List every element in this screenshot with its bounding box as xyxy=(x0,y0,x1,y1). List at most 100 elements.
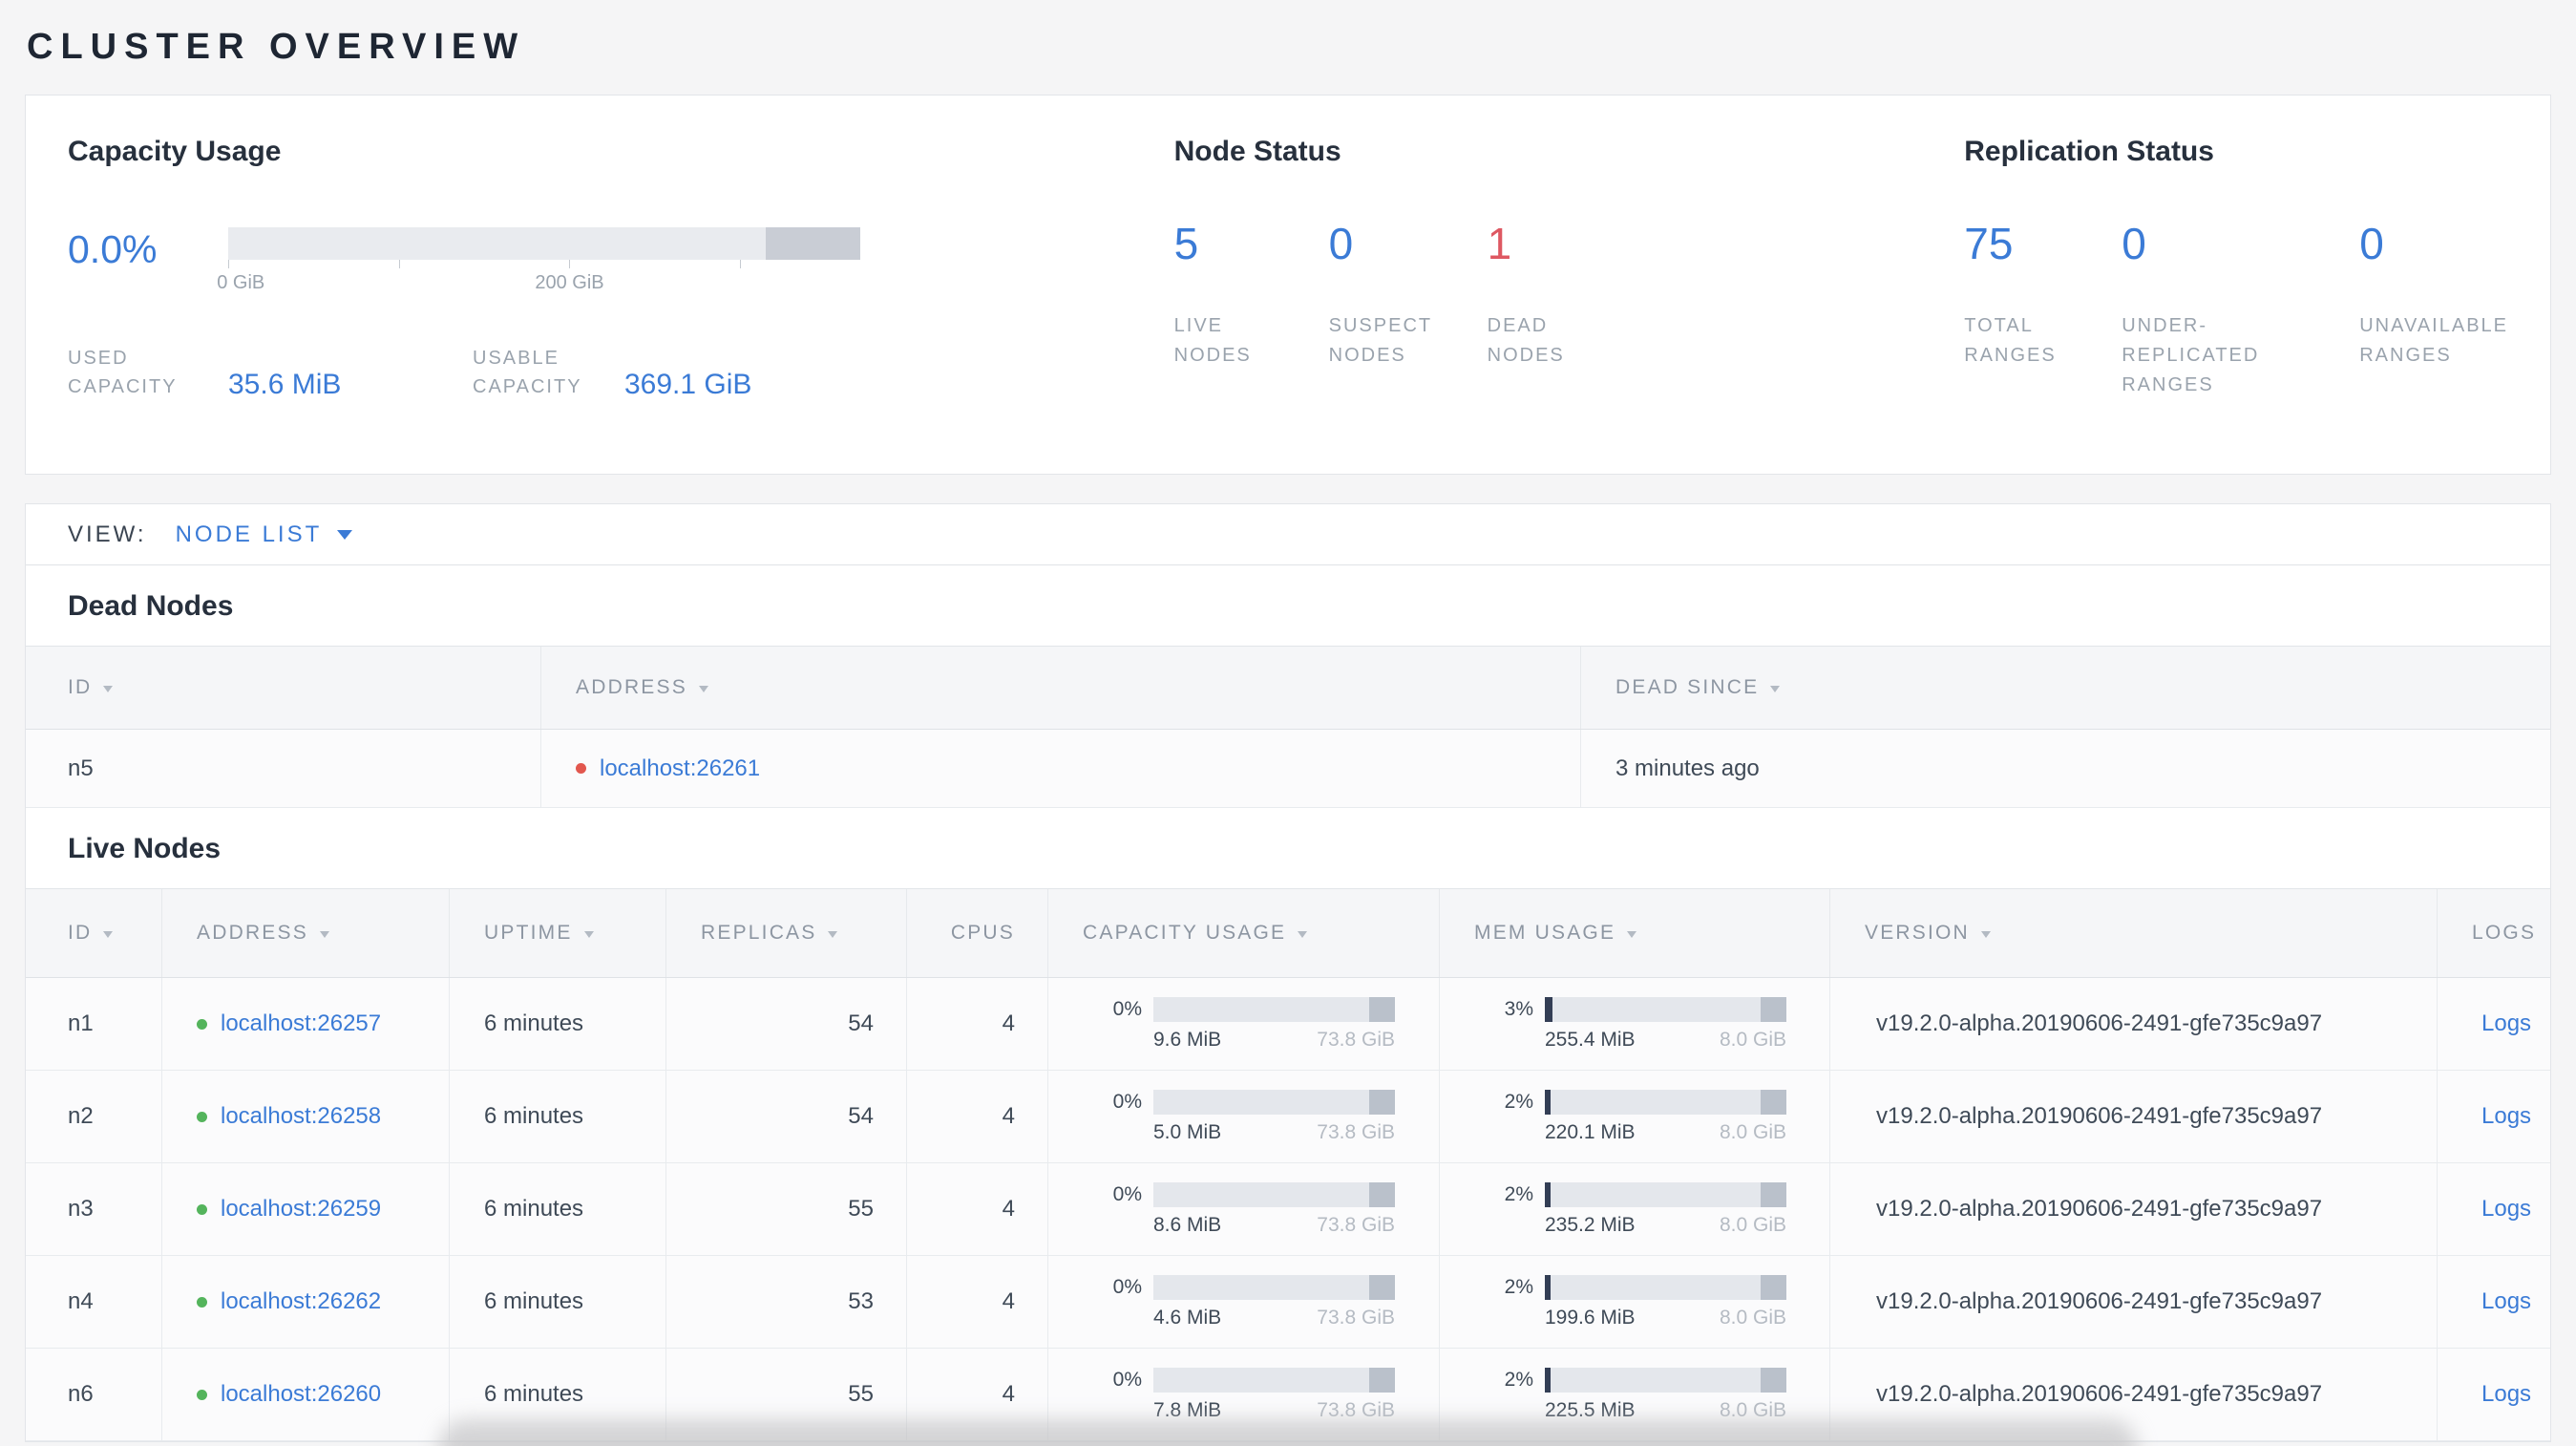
uptime-cell: 6 minutes xyxy=(450,978,666,1070)
version-cell: v19.2.0-alpha.20190606-2491-gfe735c9a97 xyxy=(1830,1256,2438,1348)
dead-nodes-heading: Dead Nodes xyxy=(68,590,234,622)
capacity-percent-label: 0% xyxy=(1112,1182,1142,1205)
sort-desc-icon xyxy=(1627,931,1637,938)
column-header-id[interactable]: ID xyxy=(26,889,162,977)
capacity-usage-cell: 0% 4.6 MiB 73.8 GiB xyxy=(1048,1256,1440,1348)
mem-used-value: 220.1 MiB xyxy=(1545,1120,1636,1143)
table-row: n3 localhost:26259 6 minutes 55 4 0% 8.6… xyxy=(26,1163,2550,1256)
replication-status-title: Replication Status xyxy=(1964,136,2214,167)
version-cell: v19.2.0-alpha.20190606-2491-gfe735c9a97 xyxy=(1830,1163,2438,1255)
dead-nodes-header-row: ID ADDRESS DEAD SINCE xyxy=(26,646,2550,730)
capacity-used-value: 4.6 MiB xyxy=(1153,1306,1222,1329)
mem-total-value: 8.0 GiB xyxy=(1719,1213,1786,1236)
node-address-link[interactable]: localhost:26260 xyxy=(221,1381,381,1408)
node-address-link[interactable]: localhost:26262 xyxy=(221,1288,381,1315)
capacity-total-value: 73.8 GiB xyxy=(1317,1213,1395,1236)
node-id-cell: n4 xyxy=(26,1256,162,1348)
sort-desc-icon xyxy=(1980,931,1991,938)
capacity-axis: 0 GiB 200 GiB xyxy=(217,260,860,306)
node-address-link[interactable]: localhost:26261 xyxy=(600,755,760,782)
column-header-uptime[interactable]: UPTIME xyxy=(450,889,666,977)
mem-usage-cell: 3% 255.4 MiB 8.0 GiB xyxy=(1440,978,1830,1070)
replicas-cell: 53 xyxy=(666,1256,907,1348)
replication-status-section: Replication Status 75 TOTAL RANGES 0 UND… xyxy=(1964,136,2508,474)
column-header-mem-usage[interactable]: MEM USAGE xyxy=(1440,889,1830,977)
sort-desc-icon xyxy=(319,931,329,938)
node-address-link[interactable]: localhost:26257 xyxy=(221,1010,381,1037)
unavailable-ranges-stat: 0 UNAVAILABLE RANGES xyxy=(2359,222,2508,400)
capacity-usage-title: Capacity Usage xyxy=(68,136,282,167)
under-replicated-stat: 0 UNDER-REPLICATED RANGES xyxy=(2122,222,2359,400)
axis-tick-label: 0 GiB xyxy=(217,272,265,293)
mem-percent-label: 2% xyxy=(1504,1275,1533,1298)
mem-usage-bar xyxy=(1545,1181,1786,1207)
node-id-cell: n6 xyxy=(26,1349,162,1440)
column-header-version[interactable]: VERSION xyxy=(1830,889,2438,977)
mem-percent-label: 2% xyxy=(1504,1090,1533,1113)
logs-cell: Logs xyxy=(2438,1256,2550,1348)
mem-percent-label: 2% xyxy=(1504,1182,1533,1205)
capacity-percent-label: 0% xyxy=(1112,1090,1142,1113)
node-address-link[interactable]: localhost:26258 xyxy=(221,1103,381,1130)
under-replicated-label: UNDER-REPLICATED RANGES xyxy=(2122,315,2260,395)
node-address-link[interactable]: localhost:26259 xyxy=(221,1196,381,1223)
logs-link[interactable]: Logs xyxy=(2481,1288,2531,1315)
cpus-cell: 4 xyxy=(907,1163,1048,1255)
caret-down-icon xyxy=(337,529,353,540)
view-bar: VIEW: NODE LIST xyxy=(26,504,2550,565)
uptime-cell: 6 minutes xyxy=(450,1163,666,1255)
live-nodes-stat: 5 LIVE NODES xyxy=(1174,222,1329,371)
node-id-cell: n1 xyxy=(26,978,162,1070)
live-status-dot-icon xyxy=(197,1296,207,1308)
sort-desc-icon xyxy=(1770,686,1781,692)
logs-link[interactable]: Logs xyxy=(2481,1196,2531,1223)
view-selector-dropdown[interactable]: NODE LIST xyxy=(176,521,353,548)
capacity-percent-label: 0% xyxy=(1112,1368,1142,1391)
node-status-title: Node Status xyxy=(1173,136,1341,167)
column-header-logs: LOGS xyxy=(2472,922,2537,944)
uptime-cell: 6 minutes xyxy=(450,1071,666,1162)
unavailable-ranges-count: 0 xyxy=(2359,219,2384,268)
table-row: n5 localhost:26261 3 minutes ago xyxy=(26,730,2550,808)
mem-percent-label: 3% xyxy=(1504,997,1533,1020)
capacity-percent: 0.0% xyxy=(68,227,158,271)
capacity-usage-bar xyxy=(1153,1181,1395,1207)
column-header-capacity-usage[interactable]: CAPACITY USAGE xyxy=(1048,889,1440,977)
dead-nodes-label: DEAD NODES xyxy=(1487,315,1565,366)
axis-tick xyxy=(228,260,229,268)
column-header-address[interactable]: ADDRESS xyxy=(541,647,1581,729)
logs-cell: Logs xyxy=(2438,978,2550,1070)
total-ranges-label: TOTAL RANGES xyxy=(1964,315,2057,366)
column-header-id[interactable]: ID xyxy=(26,647,541,729)
suspect-nodes-count: 0 xyxy=(1328,219,1354,268)
mem-total-value: 8.0 GiB xyxy=(1719,1120,1786,1143)
node-address-cell: localhost:26262 xyxy=(162,1256,450,1348)
page-title: CLUSTER OVERVIEW xyxy=(27,27,526,67)
uptime-cell: 6 minutes xyxy=(450,1256,666,1348)
suspect-nodes-label: SUSPECT NODES xyxy=(1328,315,1432,366)
capacity-total-value: 73.8 GiB xyxy=(1317,1120,1395,1143)
live-status-dot-icon xyxy=(197,1203,207,1215)
under-replicated-count: 0 xyxy=(2122,219,2146,268)
cpus-cell: 4 xyxy=(907,978,1048,1070)
capacity-usage-cell: 0% 8.6 MiB 73.8 GiB xyxy=(1048,1163,1440,1255)
mem-used-value: 235.2 MiB xyxy=(1545,1213,1636,1236)
dead-status-dot-icon xyxy=(576,763,586,774)
column-header-replicas[interactable]: REPLICAS xyxy=(666,889,907,977)
cpus-cell: 4 xyxy=(907,1256,1048,1348)
node-address-cell: localhost:26260 xyxy=(162,1349,450,1440)
sort-desc-icon xyxy=(583,931,594,938)
live-nodes-count: 5 xyxy=(1173,219,1199,268)
logs-link[interactable]: Logs xyxy=(2481,1381,2531,1408)
version-cell: v19.2.0-alpha.20190606-2491-gfe735c9a97 xyxy=(1830,978,2438,1070)
mem-usage-cell: 2% 235.2 MiB 8.0 GiB xyxy=(1440,1163,1830,1255)
live-nodes-header-row: ID ADDRESS UPTIME REPLICAS CPUS CAPACITY… xyxy=(26,888,2550,978)
column-header-dead-since[interactable]: DEAD SINCE xyxy=(1581,647,2550,729)
mem-usage-bar xyxy=(1545,996,1786,1022)
column-header-address[interactable]: ADDRESS xyxy=(162,889,450,977)
sort-desc-icon xyxy=(828,931,838,938)
logs-link[interactable]: Logs xyxy=(2481,1010,2531,1037)
mem-usage-bar xyxy=(1545,1367,1786,1393)
unavailable-ranges-label: UNAVAILABLE RANGES xyxy=(2359,315,2508,366)
logs-link[interactable]: Logs xyxy=(2481,1103,2531,1130)
